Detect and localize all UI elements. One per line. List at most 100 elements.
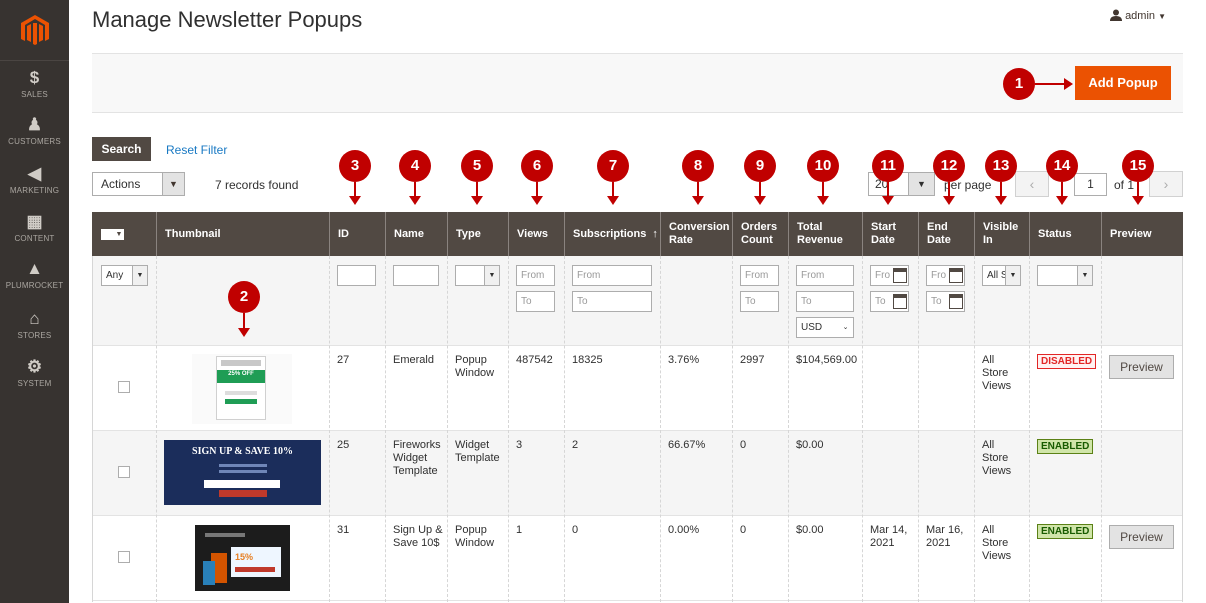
cell-id: 25: [337, 439, 350, 451]
annotation-marker-12: 12: [933, 150, 965, 182]
sidebar-item-system[interactable]: ⚙ SYSTEM: [0, 357, 69, 388]
subscriptions-to-input[interactable]: To: [572, 291, 652, 312]
annotation-marker-2: 2: [228, 281, 260, 313]
layout-icon: ▦: [26, 212, 43, 231]
preview-button[interactable]: Preview: [1109, 525, 1174, 549]
table-row[interactable]: 25% OFF 27 Emerald Popup Window 487542 1…: [92, 346, 1183, 431]
status-badge: DISABLED: [1037, 354, 1097, 369]
checkbox-icon[interactable]: [101, 228, 114, 240]
start-date-to-input[interactable]: To: [870, 291, 909, 312]
sidebar-item-sales[interactable]: $ SALES: [0, 68, 69, 99]
sidebar-item-content[interactable]: ▦ CONTENT: [0, 212, 69, 243]
annotation-marker-4: 4: [399, 150, 431, 182]
orders-from-input[interactable]: From: [740, 265, 779, 286]
col-views[interactable]: Views: [508, 212, 564, 256]
col-status[interactable]: Status: [1029, 212, 1101, 256]
cell-name: Fireworks Widget Template: [393, 439, 441, 477]
cell-revenue: $0.00: [796, 524, 824, 536]
mass-select-header[interactable]: ▼: [92, 212, 156, 256]
calendar-icon[interactable]: [949, 294, 963, 309]
chevron-right-icon: ›: [1163, 176, 1169, 192]
col-thumbnail[interactable]: Thumbnail: [156, 212, 329, 256]
chevron-down-icon[interactable]: ▼: [114, 228, 124, 240]
col-orders-count[interactable]: Orders Count: [732, 212, 788, 256]
subscriptions-from-input[interactable]: From: [572, 265, 652, 286]
mass-select-filter[interactable]: Any ▼: [101, 265, 148, 286]
user-menu[interactable]: admin ▼: [1110, 9, 1166, 22]
cell-conversion: 3.76%: [668, 354, 700, 366]
views-to-input[interactable]: To: [516, 291, 555, 312]
reset-filter-link[interactable]: Reset Filter: [166, 143, 227, 157]
popup-thumbnail: 15%: [195, 525, 290, 591]
calendar-icon[interactable]: [949, 268, 963, 283]
cell-views: 1: [516, 524, 523, 536]
col-visible-in[interactable]: Visible In: [974, 212, 1029, 256]
cell-subscriptions: 2: [572, 439, 579, 451]
sort-asc-icon: ↑: [652, 227, 658, 240]
col-preview[interactable]: Preview: [1101, 212, 1183, 256]
id-filter-input[interactable]: [337, 265, 376, 286]
annotation-marker-9: 9: [744, 150, 776, 182]
visible-in-filter-select[interactable]: All S ▼: [982, 265, 1021, 286]
col-type[interactable]: Type: [447, 212, 508, 256]
cell-conversion: 66.67%: [668, 439, 706, 451]
calendar-icon[interactable]: [893, 268, 907, 283]
sidebar-item-customers[interactable]: ♟ CUSTOMERS: [0, 115, 69, 146]
prev-page-button[interactable]: ‹: [1015, 171, 1049, 197]
cell-id: 27: [337, 354, 350, 366]
col-conversion-rate[interactable]: Conversion Rate: [660, 212, 732, 256]
page-number-input[interactable]: 1: [1074, 173, 1107, 196]
end-date-from-input[interactable]: Fro: [926, 265, 965, 286]
popup-thumbnail: 25% OFF: [192, 354, 292, 424]
sidebar-item-stores[interactable]: ⌂ STORES: [0, 309, 69, 340]
chevron-down-icon: ▼: [484, 266, 499, 285]
megaphone-icon: ◀: [27, 164, 42, 183]
col-end-date[interactable]: End Date: [918, 212, 974, 256]
annotation-marker-15: 15: [1122, 150, 1154, 182]
col-subscriptions[interactable]: Subscriptions ↑: [564, 212, 660, 256]
table-row[interactable]: SIGN UP & SAVE 10% 25 Fireworks Widget T…: [92, 431, 1183, 516]
col-name[interactable]: Name: [385, 212, 447, 256]
cell-type: Popup Window: [455, 354, 495, 379]
row-checkbox[interactable]: [118, 381, 130, 393]
next-page-button[interactable]: ›: [1149, 171, 1183, 197]
sidebar-item-marketing[interactable]: ◀ MARKETING: [0, 164, 69, 195]
cell-name: Emerald: [393, 354, 434, 366]
mass-actions-select[interactable]: Actions ▼: [92, 172, 185, 196]
add-popup-button[interactable]: Add Popup: [1075, 66, 1171, 100]
annotation-arrow: [471, 182, 483, 205]
name-filter-input[interactable]: [393, 265, 439, 286]
views-from-input[interactable]: From: [516, 265, 555, 286]
revenue-from-input[interactable]: From: [796, 265, 854, 286]
annotation-marker-1: 1: [1003, 68, 1035, 100]
calendar-icon[interactable]: [893, 294, 907, 309]
preview-button[interactable]: Preview: [1109, 355, 1174, 379]
chevron-down-icon: ▼: [1077, 266, 1092, 285]
search-button[interactable]: Search: [92, 137, 151, 161]
magento-logo-icon[interactable]: [19, 14, 51, 46]
currency-select[interactable]: USD ⌄: [796, 317, 854, 338]
grid-header: ▼ Thumbnail ID Name Type Views Subscript…: [92, 212, 1183, 256]
status-filter-select[interactable]: ▼: [1037, 265, 1093, 286]
start-date-from-input[interactable]: Fro: [870, 265, 909, 286]
revenue-to-input[interactable]: To: [796, 291, 854, 312]
cell-conversion: 0.00%: [668, 524, 700, 536]
cell-id: 31: [337, 524, 350, 536]
col-total-revenue[interactable]: Total Revenue: [788, 212, 862, 256]
row-checkbox[interactable]: [118, 466, 130, 478]
sidebar-item-plumrocket[interactable]: ▲ PLUMROCKET: [0, 259, 69, 290]
table-row[interactable]: 15% 31 Sign Up & Save 10$ Popup Window 1…: [92, 516, 1183, 601]
gear-icon: ⚙: [26, 357, 43, 376]
annotation-arrow: [995, 182, 1007, 205]
type-filter-select[interactable]: ▼: [455, 265, 500, 286]
col-start-date[interactable]: Start Date: [862, 212, 918, 256]
annotation-marker-6: 6: [521, 150, 553, 182]
col-id[interactable]: ID: [329, 212, 385, 256]
row-checkbox[interactable]: [118, 551, 130, 563]
popup-thumbnail: SIGN UP & SAVE 10%: [164, 440, 321, 505]
end-date-to-input[interactable]: To: [926, 291, 965, 312]
orders-to-input[interactable]: To: [740, 291, 779, 312]
chevron-down-icon: ⌄: [838, 318, 853, 337]
page-title: Manage Newsletter Popups: [92, 7, 363, 32]
cell-orders: 0: [740, 439, 747, 451]
